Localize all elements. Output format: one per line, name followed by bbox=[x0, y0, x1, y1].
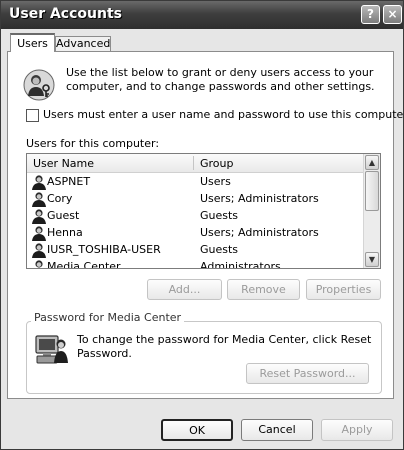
intro-text: Use the list below to grant or deny user… bbox=[66, 66, 375, 93]
list-item[interactable]: IUSR_TOSHIBA-USER Guests bbox=[27, 241, 365, 258]
user-group: Administrators bbox=[200, 260, 281, 269]
help-button[interactable]: ? bbox=[361, 5, 380, 24]
user-icon bbox=[35, 260, 43, 268]
list-item[interactable]: Henna Users; Administrators bbox=[27, 224, 365, 241]
users-keys-icon bbox=[23, 69, 55, 101]
title-bar[interactable]: User Accounts ? × bbox=[1, 1, 403, 29]
list-header: User Name Group bbox=[27, 154, 365, 173]
list-rows: ASPNET Users Cory Users; Administrators … bbox=[27, 173, 365, 269]
scroll-thumb[interactable] bbox=[365, 171, 379, 211]
user-group: Users; Administrators bbox=[200, 192, 319, 205]
user-name: Cory bbox=[47, 192, 73, 205]
user-icon bbox=[32, 209, 46, 224]
user-icon bbox=[32, 243, 46, 258]
list-item[interactable]: Cory Users; Administrators bbox=[27, 190, 365, 207]
user-group: Users bbox=[200, 175, 231, 188]
reset-password-button[interactable]: Reset Password... bbox=[246, 363, 369, 384]
close-button[interactable]: × bbox=[383, 5, 402, 24]
user-name: IUSR_TOSHIBA-USER bbox=[47, 243, 161, 256]
scroll-down-icon[interactable]: ▼ bbox=[365, 252, 379, 267]
tab-advanced[interactable]: Advanced bbox=[55, 36, 111, 51]
user-icon bbox=[32, 192, 46, 207]
list-item[interactable]: Guest Guests bbox=[27, 207, 365, 224]
add-user-button[interactable]: Add... bbox=[147, 279, 222, 300]
computer-user-icon bbox=[35, 335, 68, 364]
tab-users[interactable]: Users bbox=[10, 33, 55, 52]
apply-button[interactable]: Apply bbox=[321, 419, 393, 441]
window-title: User Accounts bbox=[9, 6, 122, 22]
users-list-label: Users for this computer: bbox=[26, 137, 160, 150]
user-accounts-window: User Accounts ? × Users Advanced Use the… bbox=[0, 0, 404, 450]
users-list[interactable]: User Name Group ASPNET Users Cory Users;… bbox=[26, 153, 381, 269]
column-header-user-name[interactable]: User Name bbox=[33, 157, 94, 170]
require-password-label[interactable]: Users must enter a user name and passwor… bbox=[43, 108, 404, 121]
user-group: Users; Administrators bbox=[200, 226, 319, 239]
user-name: Guest bbox=[47, 209, 80, 222]
media-password-text: To change the password for Media Center,… bbox=[77, 333, 372, 360]
user-name: ASPNET bbox=[47, 175, 91, 188]
user-group: Guests bbox=[200, 243, 239, 256]
user-group: Guests bbox=[200, 209, 239, 222]
scroll-up-icon[interactable]: ▲ bbox=[365, 155, 379, 170]
column-header-group[interactable]: Group bbox=[200, 157, 234, 170]
require-password-checkbox[interactable] bbox=[26, 109, 39, 122]
list-item[interactable]: ASPNET Users bbox=[27, 173, 365, 190]
properties-button[interactable]: Properties bbox=[306, 279, 381, 300]
list-scrollbar[interactable]: ▲ ▼ bbox=[363, 154, 380, 268]
user-name: Henna bbox=[47, 226, 83, 239]
remove-user-button[interactable]: Remove bbox=[227, 279, 300, 300]
password-group-title: Password for Media Center bbox=[31, 311, 185, 324]
list-item[interactable]: Media Center Administrators bbox=[27, 258, 365, 269]
column-divider[interactable] bbox=[193, 156, 194, 170]
user-icon bbox=[32, 175, 46, 190]
ok-button[interactable]: OK bbox=[161, 419, 233, 441]
user-name: Media Center bbox=[47, 260, 121, 269]
user-icon bbox=[32, 226, 46, 241]
cancel-button[interactable]: Cancel bbox=[241, 419, 313, 441]
